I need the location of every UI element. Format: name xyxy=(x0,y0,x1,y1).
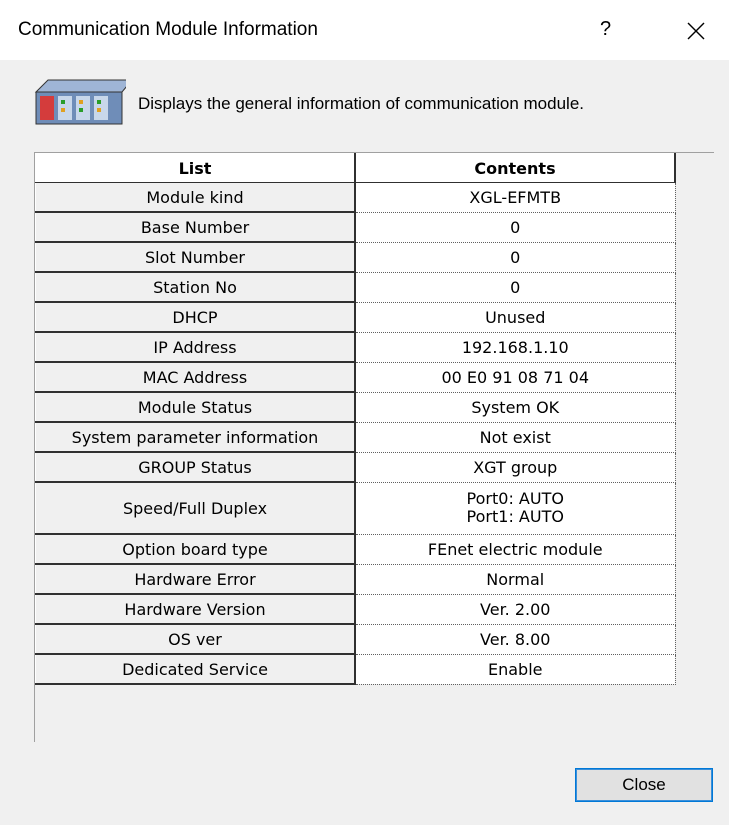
table-row[interactable]: Slot Number 0 xyxy=(35,241,676,273)
row-value: FEnet electric module xyxy=(355,534,676,565)
row-value: 0 xyxy=(355,272,676,303)
info-grid[interactable]: List Contents Module kind XGL-EFMTB Base … xyxy=(34,152,714,742)
description-text: Displays the general information of comm… xyxy=(138,94,585,113)
row-value: 192.168.1.10 xyxy=(355,332,676,363)
row-value: Normal xyxy=(355,564,676,595)
row-value: XGT group xyxy=(355,452,676,483)
row-label: Module kind xyxy=(35,182,356,213)
window-title: Communication Module Information xyxy=(18,19,318,40)
table-row[interactable]: Speed/Full Duplex Port0: AUTO Port1: AUTO xyxy=(35,481,676,535)
row-label: IP Address xyxy=(35,331,356,363)
table-row[interactable]: Station No 0 xyxy=(35,271,676,303)
plc-module-icon xyxy=(34,78,134,126)
row-value-line: Port0: AUTO xyxy=(466,489,564,508)
row-value: 00 E0 91 08 71 04 xyxy=(355,362,676,393)
table-row[interactable]: Option board type FEnet electric module xyxy=(35,533,676,565)
row-label: GROUP Status xyxy=(35,451,356,483)
table-row[interactable]: OS ver Ver. 8.00 xyxy=(35,623,676,655)
row-label: Hardware Error xyxy=(35,563,356,595)
table-row[interactable]: Module kind XGL-EFMTB xyxy=(35,182,676,213)
table-row[interactable]: Dedicated Service Enable xyxy=(35,653,676,685)
column-header-contents: Contents xyxy=(354,153,676,183)
row-value-line: Port1: AUTO xyxy=(466,507,564,526)
row-label: OS ver xyxy=(35,623,356,655)
row-value: System OK xyxy=(355,392,676,423)
help-button[interactable]: ? xyxy=(600,18,611,41)
communication-module-info-dialog: Communication Module Information ? Displ… xyxy=(0,0,729,825)
table-row[interactable]: Module Status System OK xyxy=(35,391,676,423)
row-value: Enable xyxy=(355,654,676,685)
table-row[interactable]: GROUP Status XGT group xyxy=(35,451,676,483)
close-button[interactable]: Close xyxy=(575,768,713,802)
row-value: XGL-EFMTB xyxy=(355,182,676,213)
close-icon xyxy=(687,22,705,40)
title-bar: Communication Module Information ? xyxy=(0,0,729,60)
row-label: Slot Number xyxy=(35,241,356,273)
row-label: Dedicated Service xyxy=(35,653,356,685)
row-label: Module Status xyxy=(35,391,356,423)
row-value: Port0: AUTO Port1: AUTO xyxy=(355,482,676,535)
column-header-list: List xyxy=(35,153,356,183)
table-row[interactable]: MAC Address 00 E0 91 08 71 04 xyxy=(35,361,676,393)
row-label: Speed/Full Duplex xyxy=(35,481,356,535)
window-close-button[interactable] xyxy=(676,14,716,48)
row-label: Option board type xyxy=(35,533,356,565)
row-label: Station No xyxy=(35,271,356,303)
info-table: List Contents Module kind XGL-EFMTB Base … xyxy=(35,153,676,685)
table-row[interactable]: System parameter information Not exist xyxy=(35,421,676,453)
table-row[interactable]: DHCP Unused xyxy=(35,301,676,333)
row-label: MAC Address xyxy=(35,361,356,393)
row-value: Unused xyxy=(355,302,676,333)
row-label: Base Number xyxy=(35,211,356,243)
row-label: Hardware Version xyxy=(35,593,356,625)
row-label: System parameter information xyxy=(35,421,356,453)
row-value: 0 xyxy=(355,212,676,243)
row-label: DHCP xyxy=(35,301,356,333)
table-row[interactable]: IP Address 192.168.1.10 xyxy=(35,331,676,363)
table-row[interactable]: Hardware Version Ver. 2.00 xyxy=(35,593,676,625)
table-row[interactable]: Hardware Error Normal xyxy=(35,563,676,595)
row-value: Not exist xyxy=(355,422,676,453)
row-value: Ver. 8.00 xyxy=(355,624,676,655)
table-row[interactable]: Base Number 0 xyxy=(35,211,676,243)
row-value: 0 xyxy=(355,242,676,273)
row-value: Ver. 2.00 xyxy=(355,594,676,625)
